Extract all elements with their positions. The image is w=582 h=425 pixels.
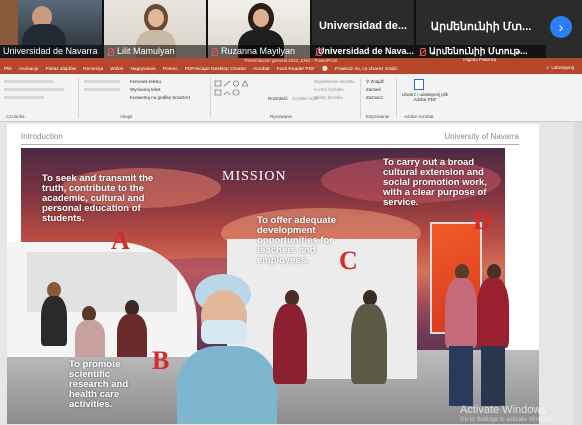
mic-muted-icon [107, 47, 114, 56]
menu-item[interactable]: PDFescape Desktop Creator [185, 67, 246, 72]
ribbon-group-label: Edytowanie [366, 114, 390, 119]
paragraph-align-row [84, 88, 120, 91]
menu-item[interactable]: Nagrywanie [130, 67, 155, 72]
participant-name: Արմենունիի Մտութ... [416, 45, 546, 58]
menu-item[interactable]: Plik [4, 67, 12, 72]
font-name-box [4, 80, 54, 83]
chevron-right-icon: › [558, 19, 564, 35]
participant-name: Ruzanna Mayilyan [208, 45, 310, 58]
person-figure [273, 304, 307, 384]
surgeon-gown [177, 346, 277, 424]
participant-name: Universidad de Navarra [0, 45, 102, 58]
slide-section-label: Introduction [21, 132, 63, 141]
letter-a: A [111, 226, 130, 255]
ribbon-group-label: Czcionka [6, 114, 25, 119]
lightbulb-icon: ⚪ [322, 66, 328, 72]
ribbon-group-label: Akapit [120, 114, 133, 119]
slide-institution-label: University of Navarra [444, 132, 519, 141]
vertical-scrollbar[interactable] [574, 122, 582, 425]
video-call-strip: Universidad de Navarra Lilit Mamulyan Ru… [0, 0, 582, 58]
search-hint[interactable]: Powiedz mi, co chcesz zrobić [335, 67, 398, 72]
student-figure [75, 320, 105, 357]
shape-fill-button[interactable]: Wypełnienie kształtu [314, 79, 355, 84]
ribbon-separator [360, 78, 361, 118]
find-button[interactable]: ⚲ Znajdź [366, 79, 384, 85]
ribbon-group-label: Adobe Acrobat [404, 114, 434, 119]
user-name[interactable]: Higinio Paterna [463, 58, 496, 63]
menu-item[interactable]: Foxit Reader PDF [277, 67, 315, 72]
paragraph-list-row [84, 80, 120, 83]
font-format-row [4, 88, 64, 91]
shape-outline-button[interactable]: Kontur kształtu [314, 87, 344, 92]
select-button[interactable]: Zaznacz [366, 95, 383, 100]
participant-tile[interactable]: Lilit Mamulyan [104, 0, 208, 58]
menu-item[interactable]: Recenzja [83, 67, 103, 72]
mic-muted-icon [419, 47, 426, 56]
shape-effects-button[interactable]: Efekty kształtu [314, 95, 343, 100]
header-divider [21, 144, 519, 145]
ribbon-separator [78, 78, 79, 118]
menu-item[interactable]: Acrobat [253, 67, 270, 72]
student-figure [41, 296, 67, 346]
activate-windows-watermark: Activate Windows [460, 404, 547, 416]
menu-item[interactable]: Pomoc [163, 67, 178, 72]
person-jeans [481, 346, 505, 406]
student-figure [117, 314, 147, 357]
next-participants-button[interactable]: › [550, 16, 572, 38]
shapes-icon [214, 80, 249, 96]
participant-center-name: Արմենունիի Մտ... [430, 21, 532, 33]
text-direction-button[interactable]: Kierunek tekstu [130, 79, 161, 84]
replace-button[interactable]: Zamień [366, 87, 381, 92]
ribbon: Czcionka Kierunek tekstu Wyrównaj tekst … [0, 74, 582, 122]
surgeon-photo [177, 274, 277, 424]
person-jeans [449, 346, 473, 406]
mission-point-a: To seek and transmit the truth, contribu… [42, 173, 154, 224]
mic-muted-icon [211, 47, 218, 56]
smartart-button[interactable]: Konwertuj na grafikę SmartArt [130, 95, 190, 100]
person-figure [351, 304, 387, 384]
participant-name: Universidad de Nava... [312, 45, 414, 58]
participant-tile[interactable]: Universidad de... Universidad de Nava... [312, 0, 416, 58]
letter-c: C [339, 246, 358, 275]
person-figure [445, 278, 477, 348]
screen: Universidad de Navarra Lilit Mamulyan Ru… [0, 0, 582, 425]
participant-tile[interactable]: Ruzanna Mayilyan [208, 0, 312, 58]
font-color-row [4, 96, 44, 99]
ribbon-separator [210, 78, 211, 118]
arrange-button[interactable]: Rozmieść [268, 96, 288, 101]
slide-canvas[interactable]: Introduction University of Navarra MISSI… [7, 124, 539, 424]
menu-item[interactable]: Pokaz slajdów [45, 67, 76, 72]
share-button[interactable]: ☺ Udostępnij [545, 66, 574, 71]
participant-name: Lilit Mamulyan [104, 45, 206, 58]
surgical-mask [201, 320, 247, 344]
menu-bar: Plik Animacje Pokaz slajdów Recenzja Wid… [0, 64, 398, 74]
create-pdf-button[interactable]: Utwórz i udostępnij plik Adobe PDF [400, 92, 450, 102]
participant-center-name: Universidad de... [318, 20, 408, 32]
ribbon-separator [396, 78, 397, 118]
participant-tile[interactable]: Universidad de Navarra [0, 0, 104, 58]
letter-b: B [152, 346, 170, 375]
classroom-photo [7, 242, 197, 357]
pdf-icon [414, 79, 424, 90]
menu-item[interactable]: Animacje [19, 67, 39, 72]
person-figure [477, 278, 509, 348]
align-text-button[interactable]: Wyrównaj tekst [130, 87, 160, 92]
slide-title: MISSION [222, 169, 287, 184]
ribbon-group-label: Rysowanie [270, 114, 293, 119]
mission-point-d: To carry out a broad cultural extension … [383, 157, 487, 208]
menu-item[interactable]: Widok [110, 67, 123, 72]
shapes-gallery[interactable] [214, 80, 262, 102]
mission-point-b: To promote scientific research and healt… [69, 359, 129, 410]
activate-windows-subtitle: Go to Settings to activate Windows. [460, 417, 555, 423]
letter-d: D [473, 206, 492, 235]
